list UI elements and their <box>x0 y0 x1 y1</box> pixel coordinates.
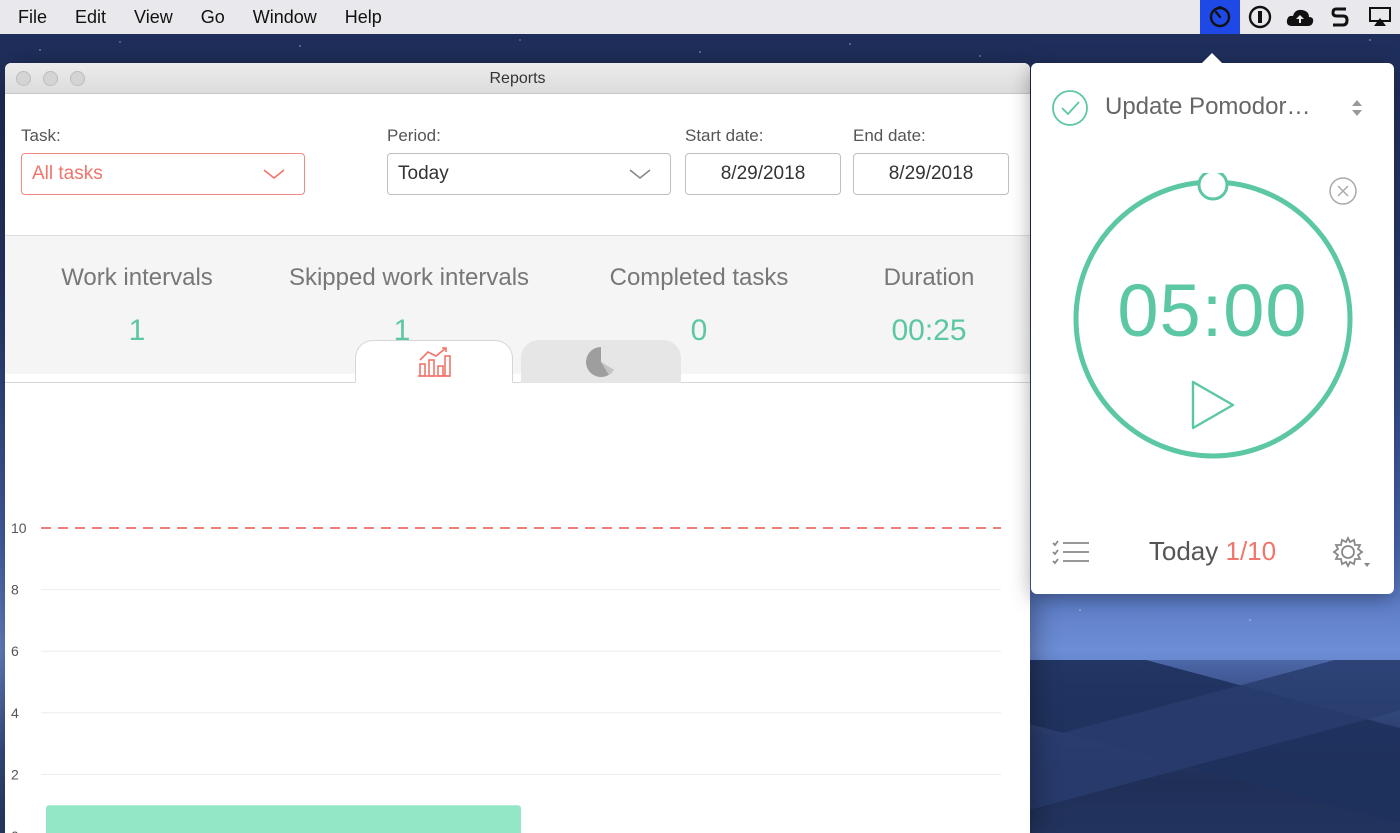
desktop-mountains <box>1030 660 1400 833</box>
y-tick-label-10: 10 <box>11 520 27 536</box>
tab-bar-chart[interactable] <box>355 340 513 383</box>
close-window-button[interactable] <box>16 71 31 86</box>
chart-tabs <box>5 340 1030 383</box>
stat-label-skipped-intervals: Skipped work intervals <box>288 264 530 291</box>
stat-label-duration: Duration <box>883 264 975 291</box>
menu-bar: File Edit View Go Window Help <box>0 0 1400 34</box>
report-filters: Task: All tasks Period: Today Start date… <box>5 94 1030 236</box>
start-date-label: Start date: <box>685 126 764 145</box>
zoom-window-button[interactable] <box>70 71 85 86</box>
today-count: 1/10 <box>1225 536 1277 566</box>
pie-chart-icon <box>586 346 617 377</box>
y-tick-label-0: 0 <box>11 828 19 833</box>
stat-label-work-intervals: Work intervals <box>61 264 213 291</box>
current-task-name[interactable]: Update Pomodor… <box>1105 93 1335 121</box>
menu-window[interactable]: Window <box>239 7 331 28</box>
bar-chart-icon <box>418 346 451 377</box>
task-label: Task: <box>21 126 61 145</box>
reports-window: Reports Task: All tasks Period: Today St… <box>5 63 1030 833</box>
y-tick-label-2: 2 <box>11 766 19 782</box>
y-tick-label-6: 6 <box>11 643 19 659</box>
task-complete-checkbox-icon[interactable] <box>1051 89 1089 127</box>
window-title: Reports <box>489 70 546 87</box>
tab-pie-chart[interactable] <box>521 340 681 383</box>
y-tick-label-4: 4 <box>11 705 19 721</box>
intervals-bar-chart: 02468108/29 <box>11 520 1001 833</box>
cloud-upload-icon[interactable] <box>1280 0 1320 34</box>
period-select-value: Today <box>398 163 449 184</box>
airplay-icon[interactable] <box>1360 0 1400 34</box>
menu-file[interactable]: File <box>0 7 61 28</box>
y-tick-label-8: 8 <box>11 582 19 598</box>
timer-countdown: 05:00 <box>1117 269 1308 352</box>
bar-8-29 <box>46 805 521 833</box>
menu-view[interactable]: View <box>120 7 187 28</box>
s-app-icon[interactable] <box>1320 0 1360 34</box>
window-titlebar: Reports <box>5 63 1030 94</box>
start-date-field[interactable]: 8/29/2018 <box>685 153 841 195</box>
task-select-value: All tasks <box>32 163 103 184</box>
end-date-field[interactable]: 8/29/2018 <box>853 153 1009 195</box>
status-tray <box>1200 0 1400 34</box>
timer-ring-handle[interactable] <box>1197 173 1229 201</box>
chart-area: 02468108/29 <box>5 383 1030 833</box>
timer-popover: Update Pomodor… 05:00 Today 1/10 <box>1031 53 1394 594</box>
menu-edit[interactable]: Edit <box>61 7 120 28</box>
pomodoro-timer-icon[interactable] <box>1200 0 1240 34</box>
popover-arrow <box>1202 53 1222 63</box>
menu-help[interactable]: Help <box>331 7 396 28</box>
task-select[interactable]: All tasks <box>21 153 305 195</box>
minimize-window-button[interactable] <box>43 71 58 86</box>
period-select[interactable]: Today <box>387 153 671 195</box>
chevron-down-icon <box>263 169 285 180</box>
chevron-down-icon <box>629 169 651 180</box>
end-date-label: End date: <box>853 126 926 145</box>
gear-icon[interactable] <box>1331 535 1371 571</box>
stat-label-completed-tasks: Completed tasks <box>609 264 789 291</box>
1password-icon[interactable] <box>1240 0 1280 34</box>
menu-go[interactable]: Go <box>187 7 239 28</box>
today-label: Today <box>1148 536 1219 566</box>
task-selector-stepper-icon[interactable] <box>1349 97 1365 119</box>
period-label: Period: <box>387 126 441 145</box>
play-icon[interactable] <box>1189 379 1237 431</box>
